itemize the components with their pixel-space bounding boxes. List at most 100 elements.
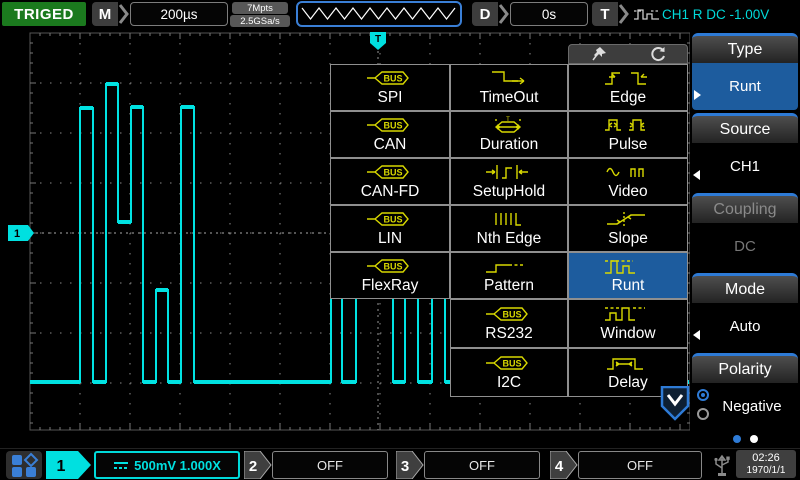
menu-item-edge[interactable]: Edge bbox=[568, 64, 688, 111]
svg-text:BUS: BUS bbox=[502, 310, 521, 320]
bus-icon: BUS bbox=[367, 71, 409, 85]
apps-menu-icon[interactable] bbox=[6, 451, 42, 479]
timebase-badge[interactable]: M bbox=[92, 2, 118, 26]
sidebar-value-mode[interactable]: Auto bbox=[692, 303, 798, 350]
menu-item-spi[interactable]: BUS SPI bbox=[330, 64, 450, 111]
svg-text:1: 1 bbox=[14, 228, 20, 240]
sidebar-value-label: DC bbox=[734, 238, 756, 255]
menu-item-label: FlexRay bbox=[361, 277, 419, 294]
pattern-icon bbox=[486, 264, 524, 273]
runt-icon bbox=[605, 260, 635, 274]
channel-3-status[interactable]: OFF bbox=[424, 451, 540, 479]
preview-zigzag bbox=[301, 7, 456, 20]
duration-icon: T bbox=[494, 117, 522, 133]
oscilloscope-screen: T 1 TRIGED M 200µs 7Mpts 2.5GSa/s D 0s T… bbox=[0, 0, 800, 480]
sidebar-value-polarity[interactable]: Negative bbox=[692, 383, 798, 430]
refresh-icon[interactable] bbox=[649, 45, 667, 63]
sidebar-value-coupling: DC bbox=[692, 223, 798, 270]
submenu-arrow-icon bbox=[694, 90, 701, 100]
menu-item-label: Pulse bbox=[608, 136, 648, 153]
menu-item-flexray[interactable]: BUS FlexRay bbox=[330, 252, 450, 299]
chevron-right-icon bbox=[118, 4, 129, 24]
channel-3-tag[interactable]: 3 bbox=[396, 451, 424, 479]
menu-item-i2c[interactable]: BUS I2C bbox=[450, 348, 568, 397]
channel-4-status[interactable]: OFF bbox=[578, 451, 702, 479]
svg-text:BUS: BUS bbox=[502, 359, 521, 369]
svg-text:3: 3 bbox=[401, 458, 409, 475]
scroll-down-arrow[interactable] bbox=[659, 386, 691, 422]
edge-icon bbox=[605, 72, 647, 85]
svg-text:2: 2 bbox=[249, 458, 257, 475]
menu-item-lin[interactable]: BUS LIN bbox=[330, 205, 450, 252]
timeout-icon bbox=[492, 71, 525, 85]
page-indicator[interactable] bbox=[690, 432, 800, 446]
trigger-badge[interactable]: T bbox=[592, 2, 618, 26]
slope-icon bbox=[607, 212, 645, 227]
delay-badge[interactable]: D bbox=[472, 2, 498, 26]
page-dot-active bbox=[732, 435, 741, 443]
menu-item-duration[interactable]: T Duration bbox=[450, 111, 568, 158]
dc-coupling-icon bbox=[114, 462, 129, 469]
usb-icon bbox=[714, 454, 730, 476]
menu-item-window[interactable]: Window bbox=[568, 299, 688, 348]
menu-item-label: SPI bbox=[377, 89, 403, 106]
menu-item-label: RS232 bbox=[485, 325, 533, 342]
menu-item-nth-edge[interactable]: Nth Edge bbox=[450, 205, 568, 252]
svg-text:BUS: BUS bbox=[383, 215, 402, 225]
sidebar-section-title-source: Source bbox=[692, 113, 798, 143]
menu-header bbox=[568, 44, 688, 64]
delay-icon bbox=[607, 358, 643, 370]
chevron-right-icon bbox=[498, 4, 509, 24]
pin-icon[interactable] bbox=[590, 45, 608, 63]
polarity-radio-group[interactable] bbox=[697, 389, 709, 420]
menu-item-runt[interactable]: Runt bbox=[568, 252, 688, 299]
menu-item-pattern[interactable]: Pattern bbox=[450, 252, 568, 299]
menu-item-can-fd[interactable]: BUS CAN-FD bbox=[330, 158, 450, 205]
menu-item-label: Runt bbox=[611, 277, 645, 294]
sidebar-section-title-type: Type bbox=[692, 33, 798, 63]
svg-text:BUS: BUS bbox=[383, 121, 402, 131]
menu-item-label: LIN bbox=[377, 230, 403, 247]
menu-item-label: Delay bbox=[608, 374, 648, 391]
delay-value[interactable]: 0s bbox=[510, 2, 588, 26]
menu-item-pulse[interactable]: Pulse bbox=[568, 111, 688, 158]
channel-value-text: OFF bbox=[627, 457, 653, 473]
channel-2-status[interactable]: OFF bbox=[272, 451, 388, 479]
runt-trigger-icon bbox=[634, 9, 659, 20]
menu-item-label: Video bbox=[608, 183, 648, 200]
channel-4-tag[interactable]: 4 bbox=[550, 451, 578, 479]
menu-item-rs232[interactable]: BUS RS232 bbox=[450, 299, 568, 348]
bus-icon: BUS bbox=[486, 356, 528, 370]
page-dot bbox=[749, 435, 758, 443]
setuphold-icon bbox=[486, 165, 528, 179]
sidebar-value-type[interactable]: Runt bbox=[692, 63, 798, 110]
menu-item-can[interactable]: BUS CAN bbox=[330, 111, 450, 158]
menu-item-setuphold[interactable]: SetupHold bbox=[450, 158, 568, 205]
sample-rate: 2.5GSa/s bbox=[230, 15, 290, 27]
timebase-value[interactable]: 200µs bbox=[130, 2, 228, 26]
trigger-type-menu: BUS SPI BUS CAN BUS CAN-FD BUS LIN BUS FlexRa… bbox=[330, 44, 688, 397]
menu-item-timeout[interactable]: TimeOut bbox=[450, 64, 568, 111]
sidebar-value-source[interactable]: CH1 bbox=[692, 143, 798, 190]
menu-item-video[interactable]: Video bbox=[568, 158, 688, 205]
channel-1-status[interactable]: 500mV 1.000X bbox=[94, 451, 240, 479]
window-icon bbox=[605, 307, 645, 321]
radio-unselected[interactable] bbox=[697, 408, 709, 420]
menu-item-slope[interactable]: Slope bbox=[568, 205, 688, 252]
menu-item-label: Window bbox=[600, 325, 656, 342]
video-icon bbox=[606, 167, 644, 177]
memory-depth: 7Mpts bbox=[232, 2, 288, 14]
trigger-info-text: CH1 R DC -1.00V bbox=[662, 6, 770, 22]
svg-text:BUS: BUS bbox=[383, 262, 402, 272]
menu-item-label: CAN-FD bbox=[360, 183, 420, 200]
menu-item-label: Duration bbox=[479, 136, 539, 153]
channel-2-tag[interactable]: 2 bbox=[244, 451, 272, 479]
sidebar-value-label: Runt bbox=[729, 78, 761, 95]
menu-item-label: SetupHold bbox=[472, 183, 546, 200]
menu-item-label: Pattern bbox=[484, 277, 534, 294]
waveform-preview[interactable] bbox=[296, 1, 462, 27]
channel-1-tag[interactable]: 1 bbox=[46, 451, 92, 479]
radio-selected[interactable] bbox=[697, 389, 709, 401]
chevron-right-icon bbox=[618, 4, 629, 24]
top-status-bar: TRIGED M 200µs 7Mpts 2.5GSa/s D 0s T CH1… bbox=[0, 0, 800, 30]
